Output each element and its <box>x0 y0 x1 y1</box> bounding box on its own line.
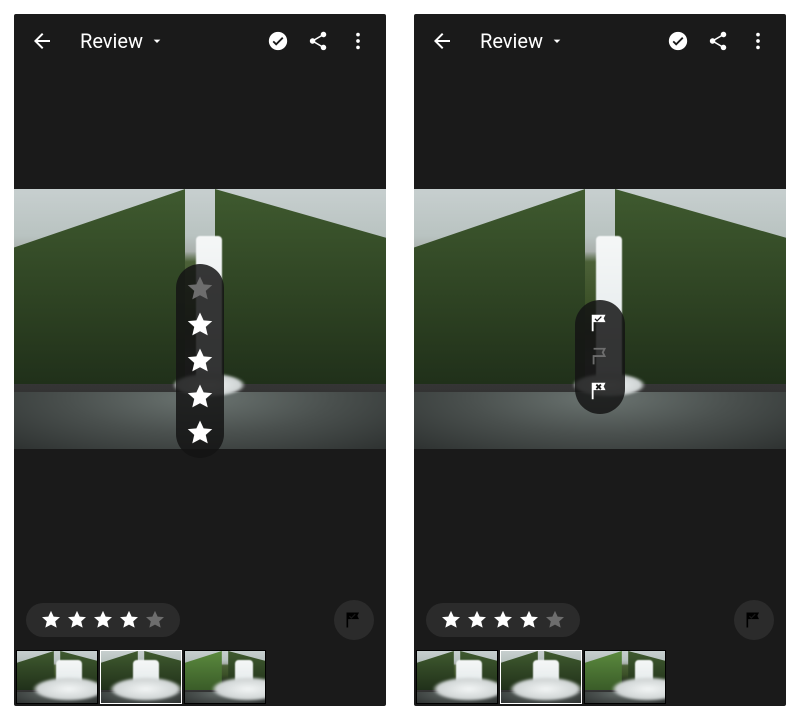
mode-dropdown[interactable]: Review <box>80 29 165 53</box>
flag-option-pick[interactable] <box>589 312 611 334</box>
more-button[interactable] <box>738 21 778 61</box>
app-bar: Review <box>414 14 786 68</box>
star-icon <box>40 609 62 631</box>
screen-left: Review <box>14 14 386 706</box>
filmstrip-thumb[interactable] <box>584 650 666 704</box>
bottom-bar <box>426 600 774 640</box>
star-level-2[interactable] <box>185 382 215 412</box>
back-button[interactable] <box>22 21 62 61</box>
star-rating-overlay[interactable] <box>176 264 224 458</box>
mode-title: Review <box>480 29 543 53</box>
bottom-bar <box>26 600 374 640</box>
screen-right: Review <box>414 14 786 706</box>
caret-down-icon <box>549 33 565 49</box>
flag-pick-icon <box>744 610 764 630</box>
filmstrip[interactable] <box>14 650 268 706</box>
star-icon <box>144 609 166 631</box>
check-circle-icon <box>267 30 289 52</box>
star-icon <box>66 609 88 631</box>
filmstrip-thumb[interactable] <box>100 650 182 704</box>
flag-option-reject[interactable] <box>589 380 611 402</box>
filmstrip-thumb[interactable] <box>500 650 582 704</box>
back-arrow-icon <box>430 29 454 53</box>
share-button[interactable] <box>298 21 338 61</box>
star-icon <box>466 609 488 631</box>
mode-dropdown[interactable]: Review <box>480 29 565 53</box>
flag-pick-icon <box>344 610 364 630</box>
back-arrow-icon <box>30 29 54 53</box>
select-button[interactable] <box>658 21 698 61</box>
star-level-4[interactable] <box>185 310 215 340</box>
check-circle-icon <box>667 30 689 52</box>
flag-option-unflagged[interactable] <box>589 346 611 368</box>
flag-button[interactable] <box>734 600 774 640</box>
filmstrip-thumb[interactable] <box>184 650 266 704</box>
filmstrip-thumb[interactable] <box>416 650 498 704</box>
app-bar: Review <box>14 14 386 68</box>
star-icon <box>92 609 114 631</box>
more-button[interactable] <box>338 21 378 61</box>
caret-down-icon <box>149 33 165 49</box>
star-icon <box>440 609 462 631</box>
star-level-1[interactable] <box>185 418 215 448</box>
more-vert-icon <box>747 30 769 52</box>
filmstrip[interactable] <box>414 650 668 706</box>
rating-pill[interactable] <box>426 603 580 637</box>
share-icon <box>707 30 729 52</box>
select-button[interactable] <box>258 21 298 61</box>
back-button[interactable] <box>422 21 462 61</box>
star-icon <box>518 609 540 631</box>
rating-pill[interactable] <box>26 603 180 637</box>
star-level-3[interactable] <box>185 346 215 376</box>
filmstrip-thumb[interactable] <box>16 650 98 704</box>
flag-button[interactable] <box>334 600 374 640</box>
share-button[interactable] <box>698 21 738 61</box>
star-icon <box>544 609 566 631</box>
more-vert-icon <box>347 30 369 52</box>
share-icon <box>307 30 329 52</box>
mode-title: Review <box>80 29 143 53</box>
star-icon <box>492 609 514 631</box>
star-level-5[interactable] <box>185 274 215 304</box>
star-icon <box>118 609 140 631</box>
flag-overlay[interactable] <box>575 300 625 414</box>
